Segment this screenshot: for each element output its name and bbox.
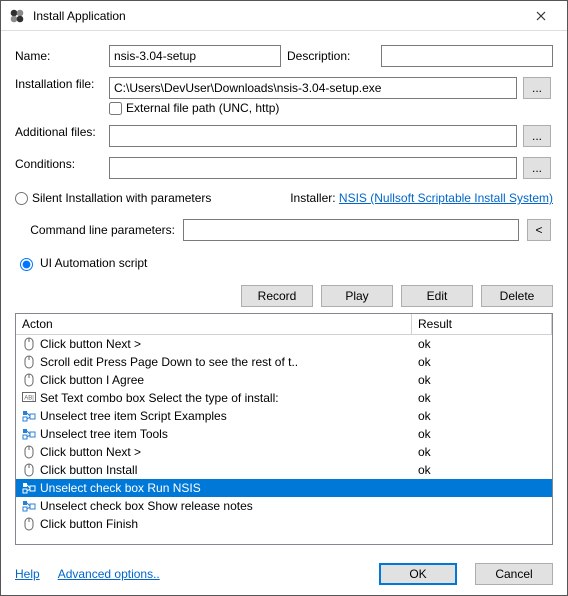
app-icon xyxy=(9,8,25,24)
action-text: Click button Next > xyxy=(40,445,141,459)
description-field[interactable] xyxy=(381,45,553,67)
silent-radio-label: Silent Installation with parameters xyxy=(32,191,211,205)
additional-files-field[interactable] xyxy=(109,125,517,147)
table-row[interactable]: Scroll edit Press Page Down to see the r… xyxy=(16,353,552,371)
svg-text:AB|: AB| xyxy=(24,396,34,402)
external-path-checkbox[interactable] xyxy=(109,102,122,115)
table-row[interactable]: Unselect tree item Script Examples ok xyxy=(16,407,552,425)
mouse-icon xyxy=(22,445,36,459)
action-cell: Unselect check box Run NSIS xyxy=(16,481,412,495)
action-text: Set Text combo box Select the type of in… xyxy=(40,391,279,405)
cmd-params-caret-button[interactable]: < xyxy=(527,219,551,241)
description-label: Description: xyxy=(287,49,375,63)
action-cell: Unselect check box Show release notes xyxy=(16,499,412,513)
table-row[interactable]: Unselect tree item Tools ok xyxy=(16,425,552,443)
tree-icon xyxy=(22,409,36,423)
script-list-header: Acton Result xyxy=(16,314,552,335)
tree-icon xyxy=(22,427,36,441)
footer: Help Advanced options.. OK Cancel xyxy=(1,553,567,595)
table-row[interactable]: Click button I Agree ok xyxy=(16,371,552,389)
table-row[interactable]: Click button Next > ok xyxy=(16,335,552,353)
delete-button[interactable]: Delete xyxy=(481,285,553,307)
install-file-browse-button[interactable]: ... xyxy=(523,77,551,99)
action-text: Click button Install xyxy=(40,463,137,477)
conditions-field[interactable] xyxy=(109,157,517,179)
action-cell: Unselect tree item Tools xyxy=(16,427,412,441)
ui-script-radio[interactable] xyxy=(20,258,33,271)
action-cell: Click button Next > xyxy=(16,445,412,459)
action-text: Click button Next > xyxy=(40,337,141,351)
close-button[interactable] xyxy=(521,2,561,30)
action-text: Unselect tree item Script Examples xyxy=(40,409,227,423)
action-text: Unselect check box Show release notes xyxy=(40,499,253,513)
silent-radio[interactable] xyxy=(15,192,28,205)
install-file-field[interactable] xyxy=(109,77,517,99)
mouse-icon xyxy=(22,355,36,369)
result-cell: ok xyxy=(412,463,552,477)
help-link[interactable]: Help xyxy=(15,567,40,581)
action-cell: Click button Install xyxy=(16,463,412,477)
installer-line: Installer: NSIS (Nullsoft Scriptable Ins… xyxy=(290,191,553,205)
ui-script-radio-label: UI Automation script xyxy=(40,256,147,270)
advanced-options-link[interactable]: Advanced options.. xyxy=(58,567,160,581)
install-application-dialog: Install Application Name: Description: I… xyxy=(0,0,568,596)
col-action-header[interactable]: Acton xyxy=(16,314,412,334)
window-title: Install Application xyxy=(33,9,521,23)
record-button[interactable]: Record xyxy=(241,285,313,307)
col-result-header[interactable]: Result xyxy=(412,314,552,334)
action-text: Unselect check box Run NSIS xyxy=(40,481,201,495)
action-text: Click button Finish xyxy=(40,517,138,531)
cmd-params-label: Command line parameters: xyxy=(15,223,175,237)
action-text: Unselect tree item Tools xyxy=(40,427,168,441)
result-cell: ok xyxy=(412,391,552,405)
conditions-browse-button[interactable]: ... xyxy=(523,157,551,179)
mouse-icon xyxy=(22,463,36,477)
conditions-label: Conditions: xyxy=(15,157,103,171)
abi-icon: AB| xyxy=(22,391,36,405)
additional-files-browse-button[interactable]: ... xyxy=(523,125,551,147)
action-text: Click button I Agree xyxy=(40,373,144,387)
action-cell: Click button I Agree xyxy=(16,373,412,387)
install-file-label: Installation file: xyxy=(15,77,103,91)
titlebar: Install Application xyxy=(1,1,567,31)
tree-icon xyxy=(22,499,36,513)
result-cell: ok xyxy=(412,337,552,351)
additional-files-label: Additional files: xyxy=(15,125,103,139)
action-cell: Unselect tree item Script Examples xyxy=(16,409,412,423)
mouse-icon xyxy=(22,517,36,531)
table-row[interactable]: Unselect check box Run NSIS xyxy=(16,479,552,497)
table-row[interactable]: Click button Next > ok xyxy=(16,443,552,461)
tree-icon xyxy=(22,481,36,495)
content-area: Name: Description: Installation file: Ex… xyxy=(1,31,567,553)
script-list[interactable]: Acton Result Click button Next > ok Scroll… xyxy=(15,313,553,545)
result-cell: ok xyxy=(412,409,552,423)
cancel-button[interactable]: Cancel xyxy=(475,563,553,585)
installer-link[interactable]: NSIS (Nullsoft Scriptable Install System… xyxy=(339,191,553,205)
action-cell: Click button Next > xyxy=(16,337,412,351)
play-button[interactable]: Play xyxy=(321,285,393,307)
action-cell: Click button Finish xyxy=(16,517,412,531)
action-text: Scroll edit Press Page Down to see the r… xyxy=(40,355,298,369)
result-cell: ok xyxy=(412,355,552,369)
installer-label: Installer: xyxy=(290,191,335,205)
result-cell: ok xyxy=(412,373,552,387)
table-row[interactable]: Unselect check box Show release notes xyxy=(16,497,552,515)
edit-button[interactable]: Edit xyxy=(401,285,473,307)
action-cell: AB| Set Text combo box Select the type of… xyxy=(16,391,412,405)
name-label: Name: xyxy=(15,49,103,63)
table-row[interactable]: Click button Install ok xyxy=(16,461,552,479)
result-cell: ok xyxy=(412,427,552,441)
table-row[interactable]: AB| Set Text combo box Select the type of… xyxy=(16,389,552,407)
result-cell: ok xyxy=(412,445,552,459)
action-cell: Scroll edit Press Page Down to see the r… xyxy=(16,355,412,369)
table-row[interactable]: Click button Finish xyxy=(16,515,552,533)
name-field[interactable] xyxy=(109,45,281,67)
cmd-params-field[interactable] xyxy=(183,219,519,241)
mouse-icon xyxy=(22,373,36,387)
mouse-icon xyxy=(22,337,36,351)
ok-button[interactable]: OK xyxy=(379,563,457,585)
external-path-label: External file path (UNC, http) xyxy=(126,101,279,115)
